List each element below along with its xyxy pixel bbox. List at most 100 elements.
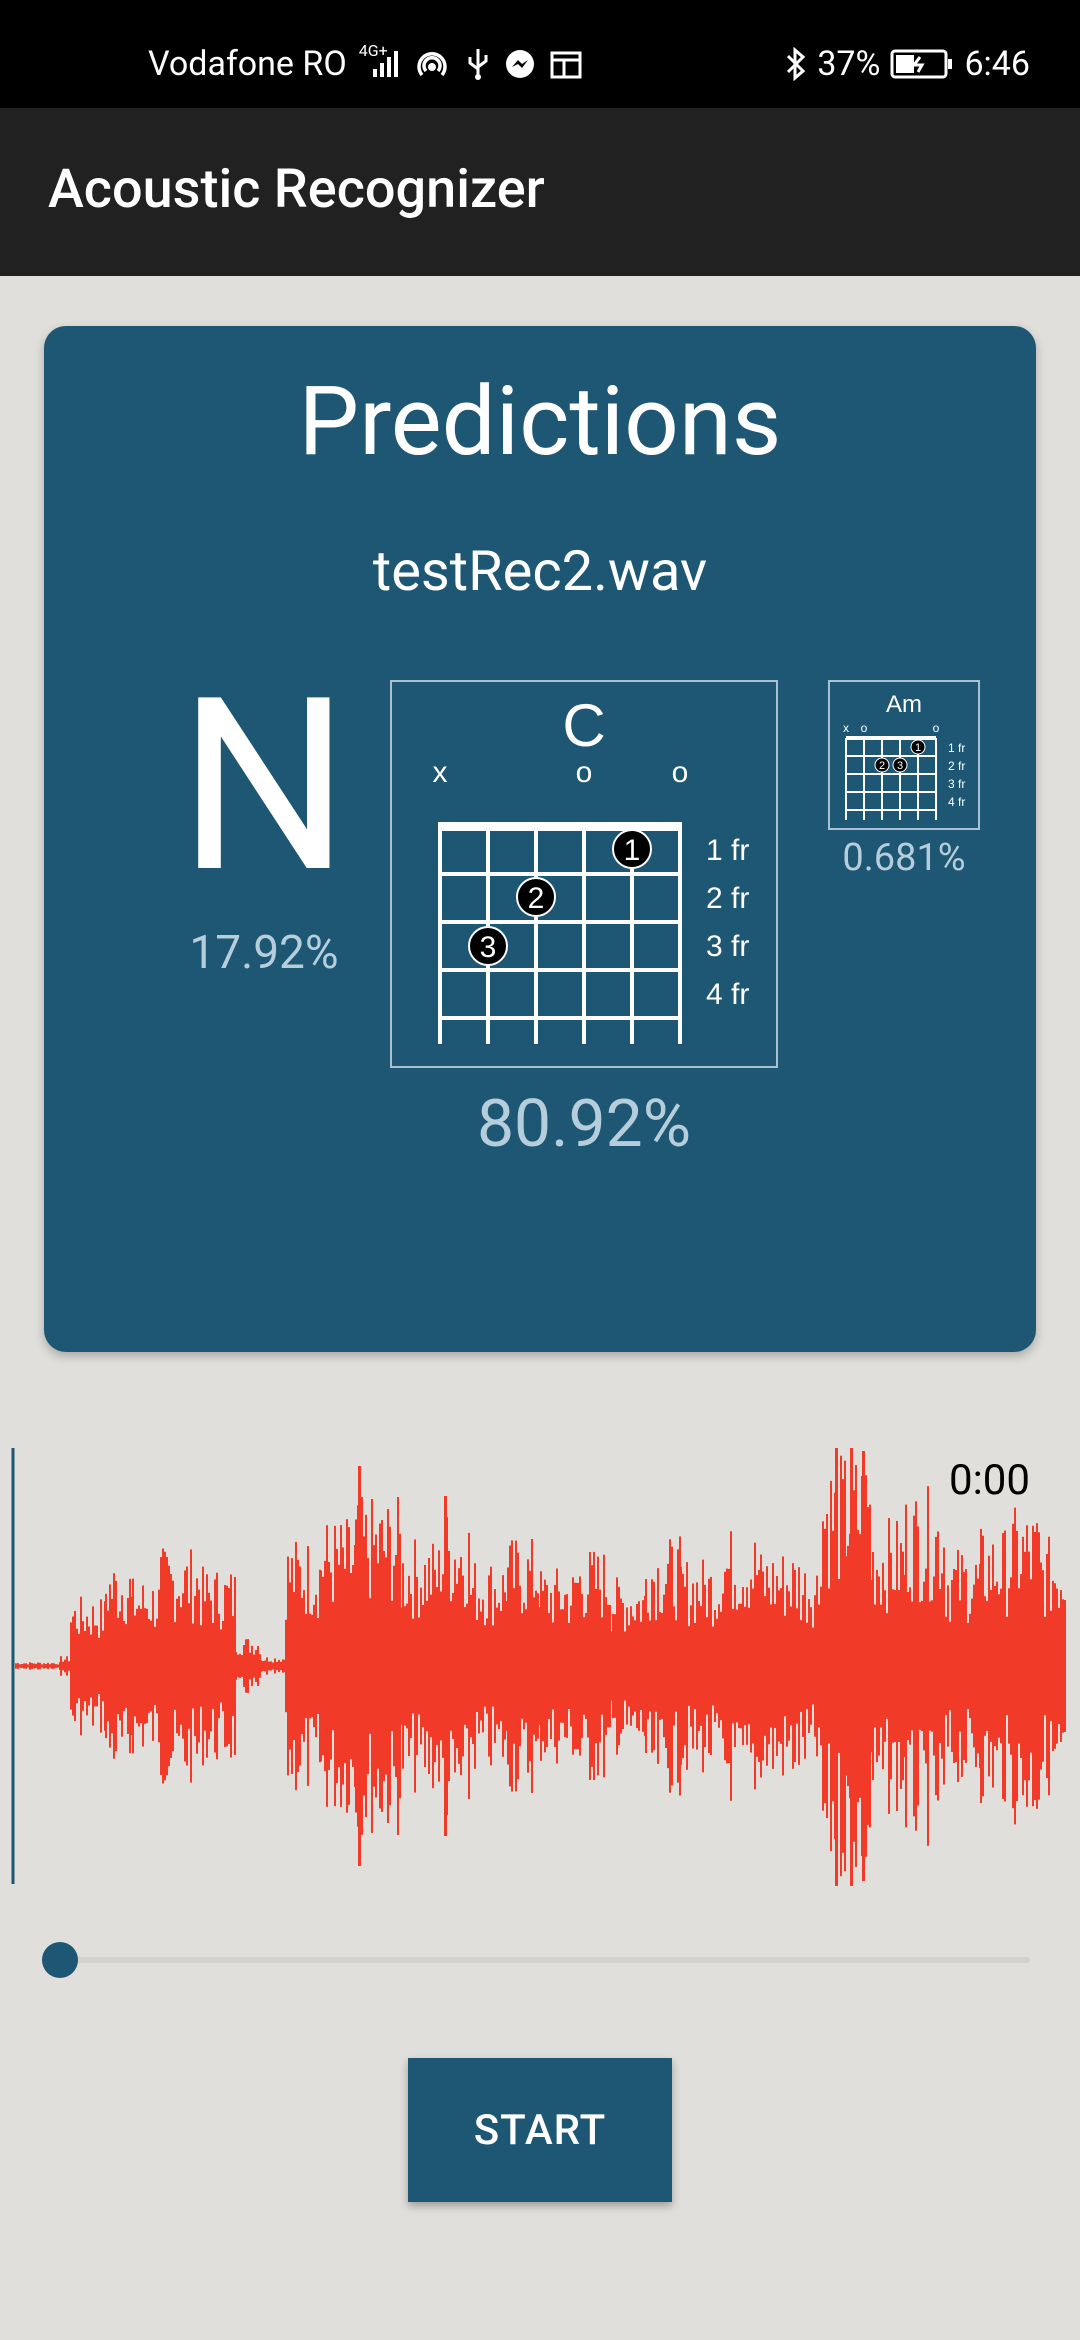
waveform-bar xyxy=(892,1589,894,1743)
waveform-bar xyxy=(168,1565,170,1767)
waveform-bar xyxy=(385,1557,387,1775)
waveform-bar xyxy=(1038,1532,1040,1800)
waveform-bar xyxy=(758,1569,760,1763)
waveform-bar xyxy=(714,1609,716,1723)
waveform-bar xyxy=(579,1576,581,1756)
waveform-bar xyxy=(977,1578,979,1754)
waveform-bar xyxy=(1040,1562,1042,1770)
waveform-bar xyxy=(442,1574,444,1758)
hotspot-icon xyxy=(412,47,452,81)
waveform-bar xyxy=(776,1576,778,1756)
waveform-bar xyxy=(1010,1577,1012,1755)
waveform-bar xyxy=(880,1604,882,1728)
waveform-bar xyxy=(287,1556,289,1776)
waveform-bar xyxy=(710,1576,712,1756)
waveform-bar xyxy=(634,1620,636,1712)
waveform-bar xyxy=(138,1605,140,1727)
waveform-bar xyxy=(490,1566,492,1766)
fret-label: 2 fr xyxy=(948,759,965,773)
fret-label: 2 fr xyxy=(706,882,749,915)
waveform-bar xyxy=(874,1604,876,1728)
waveform[interactable] xyxy=(0,1448,1080,1888)
waveform-bar xyxy=(113,1573,115,1759)
waveform-bar xyxy=(1020,1574,1022,1758)
waveform-bar xyxy=(25,1663,27,1669)
waveform-bar xyxy=(389,1526,391,1806)
seek-track[interactable] xyxy=(62,1957,1030,1963)
waveform-bar xyxy=(603,1554,605,1778)
waveform-bar xyxy=(29,1662,31,1670)
waveform-bar xyxy=(502,1575,504,1757)
waveform-bar xyxy=(102,1630,104,1702)
usb-icon xyxy=(466,47,490,81)
waveform-bar xyxy=(577,1582,579,1750)
waveform-bar xyxy=(939,1589,941,1743)
waveform-bar xyxy=(202,1566,204,1766)
waveform-bar xyxy=(125,1624,127,1708)
waveform-bar xyxy=(847,1545,849,1787)
marker-o: o xyxy=(933,721,940,735)
waveform-bar xyxy=(558,1591,560,1741)
waveform-bar xyxy=(810,1607,812,1725)
carrier-label: Vodafone RO xyxy=(148,44,347,84)
waveform-bar xyxy=(754,1542,756,1790)
waveform-bar xyxy=(301,1597,303,1735)
waveform-bar xyxy=(268,1661,270,1671)
start-button[interactable]: START xyxy=(408,2058,672,2202)
waveform-bar xyxy=(31,1663,33,1669)
waveform-bar xyxy=(74,1610,76,1722)
no-chord-label: N xyxy=(178,645,350,927)
waveform-bar xyxy=(309,1613,311,1719)
waveform-bar xyxy=(293,1591,295,1741)
waveform-bar xyxy=(324,1560,326,1772)
waveform-bar xyxy=(552,1622,554,1710)
waveform-bar xyxy=(728,1568,730,1764)
waveform-bar xyxy=(953,1568,955,1764)
waveform-bar xyxy=(597,1556,599,1776)
waveform-bar xyxy=(105,1593,107,1739)
chord-name-main: C xyxy=(562,692,605,759)
waveform-bar xyxy=(1034,1531,1036,1801)
waveform-bar xyxy=(572,1577,574,1755)
waveform-bar xyxy=(78,1633,80,1699)
waveform-bar xyxy=(667,1563,669,1769)
waveform-bar xyxy=(94,1625,96,1707)
waveform-bar xyxy=(673,1606,675,1726)
waveform-bar xyxy=(35,1663,37,1669)
chord-diagram-secondary: Am x o o 1 fr 2 fr 3 fr 4 fr 1 2 3 xyxy=(828,680,980,830)
waveform-bar xyxy=(675,1620,677,1712)
waveform-bar xyxy=(299,1566,301,1766)
waveform-bar xyxy=(971,1598,973,1734)
waveform-bar xyxy=(432,1543,434,1789)
waveform-bar xyxy=(525,1609,527,1723)
signal-icon: 4G+ xyxy=(359,41,398,77)
waveform-bar xyxy=(317,1618,319,1714)
waveform-bar xyxy=(274,1658,276,1674)
waveform-bar xyxy=(1054,1583,1056,1749)
waveform-bar xyxy=(738,1603,740,1729)
waveform-bar xyxy=(23,1663,25,1669)
waveform-bar xyxy=(919,1602,921,1730)
seek-bar[interactable] xyxy=(40,1940,1030,1980)
waveform-bar xyxy=(562,1609,564,1723)
app-bar: Acoustic Recognizer xyxy=(0,108,1080,276)
waveform-bar xyxy=(622,1602,624,1730)
waveform-bar xyxy=(884,1590,886,1742)
status-bar: Vodafone RO 4G+ 37% 6:46 xyxy=(0,0,1080,108)
waveform-bar xyxy=(712,1626,714,1706)
waveform-bar xyxy=(21,1663,23,1669)
waveform-bar xyxy=(358,1466,361,1866)
waveform-bar xyxy=(80,1596,82,1736)
waveform-bar xyxy=(527,1559,529,1773)
fret-label: 3 fr xyxy=(948,777,965,791)
waveform-bar xyxy=(624,1631,626,1701)
seek-thumb[interactable] xyxy=(42,1942,78,1978)
waveform-bar xyxy=(243,1645,245,1687)
waveform-bar xyxy=(855,1464,857,1868)
waveform-bar xyxy=(206,1574,208,1758)
waveform-bar xyxy=(694,1622,696,1710)
waveform-bar xyxy=(657,1568,659,1764)
waveform-bar xyxy=(996,1581,998,1751)
waveform-bar xyxy=(969,1613,971,1719)
waveform-bar xyxy=(568,1622,570,1710)
